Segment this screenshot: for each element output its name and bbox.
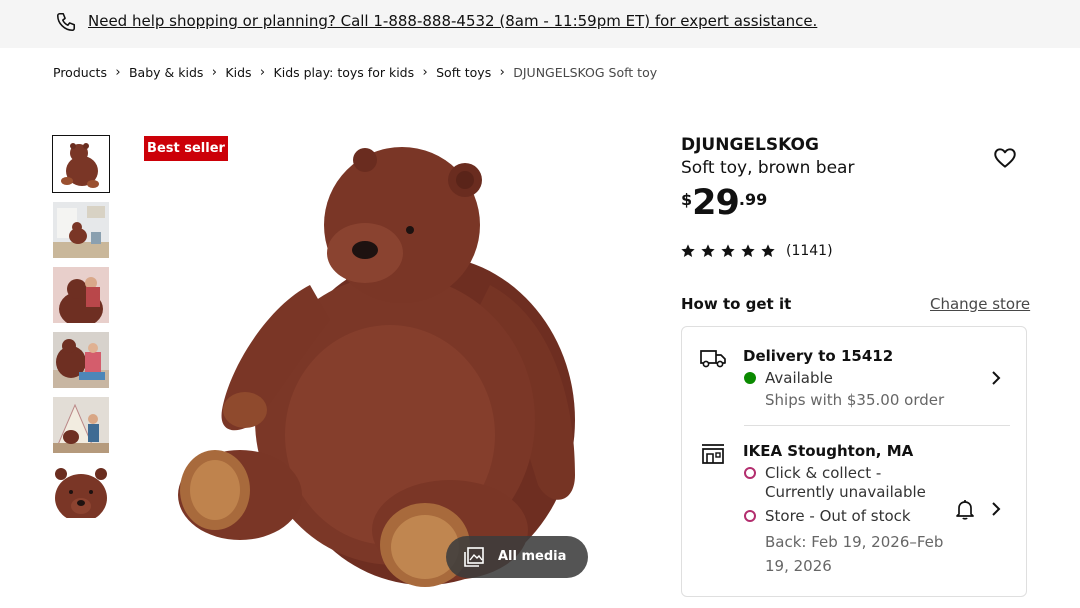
price-decimal: .99	[738, 190, 768, 209]
product-price: $29.99	[681, 183, 767, 223]
thumbnail-6[interactable]	[53, 462, 109, 518]
chevron-right-icon[interactable]	[988, 370, 1004, 386]
star-icon	[761, 244, 775, 257]
thumbnail-2[interactable]	[53, 202, 109, 258]
star-icon	[721, 244, 735, 257]
rating-count: (1141)	[786, 243, 833, 259]
store-stock-status: Store - Out of stock	[765, 507, 911, 525]
all-media-label: All media	[498, 549, 567, 564]
star-icon	[741, 244, 755, 257]
breadcrumb-products[interactable]: Products	[53, 65, 107, 80]
breadcrumb-separator-icon: ›	[259, 65, 266, 80]
change-store-link[interactable]: Change store	[930, 295, 1030, 313]
chevron-right-icon[interactable]	[988, 501, 1004, 517]
product-image[interactable]	[160, 135, 630, 595]
breadcrumb-current: DJUNGELSKOG Soft toy	[513, 65, 658, 80]
price-currency: $	[681, 190, 693, 209]
breadcrumb-kids-play[interactable]: Kids play: toys for kids	[274, 65, 415, 80]
thumbnail-3[interactable]	[53, 267, 109, 323]
card-divider	[744, 425, 1010, 426]
breadcrumb-baby-kids[interactable]: Baby & kids	[129, 65, 203, 80]
thumbnail-5[interactable]	[53, 397, 109, 453]
phone-icon	[56, 12, 76, 32]
rating[interactable]: (1141)	[680, 243, 833, 259]
how-to-get-it-heading: How to get it	[681, 295, 792, 313]
breadcrumb-separator-icon: ›	[115, 65, 121, 80]
breadcrumb-separator-icon: ›	[422, 65, 428, 80]
store-icon	[702, 444, 724, 464]
delivery-truck-icon	[700, 350, 726, 368]
help-bar: Need help shopping or planning? Call 1-8…	[0, 0, 1080, 48]
store-stock-status-dot	[744, 510, 756, 522]
thumbnail-1[interactable]	[52, 135, 110, 193]
store-title: IKEA Stoughton, MA	[743, 442, 914, 460]
bell-notify-icon[interactable]	[953, 497, 977, 521]
delivery-status: Available	[765, 369, 833, 387]
click-collect-line1: Click & collect -	[765, 464, 882, 482]
media-gallery-icon	[464, 547, 484, 567]
price-integer: 29	[692, 183, 740, 223]
click-collect-line2: Currently unavailable	[765, 483, 926, 501]
back-in-stock-line1: Back: Feb 19, 2026–Feb	[765, 533, 944, 551]
product-description: Soft toy, brown bear	[681, 158, 855, 178]
product-name: DJUNGELSKOG	[681, 135, 819, 155]
delivery-title: Delivery to 15412	[743, 347, 894, 365]
all-media-button[interactable]: All media	[446, 536, 588, 578]
click-collect-status-dot	[744, 467, 756, 479]
breadcrumb-soft-toys[interactable]: Soft toys	[436, 65, 491, 80]
breadcrumb-kids[interactable]: Kids	[225, 65, 251, 80]
thumbnail-4[interactable]	[53, 332, 109, 388]
favorite-heart-icon[interactable]	[992, 145, 1018, 171]
breadcrumb: Products › Baby & kids › Kids › Kids pla…	[53, 65, 657, 80]
back-in-stock-line2: 19, 2026	[765, 557, 832, 575]
delivery-note: Ships with $35.00 order	[765, 391, 945, 409]
breadcrumb-separator-icon: ›	[499, 65, 505, 80]
star-icon	[681, 244, 695, 257]
availability-card: Delivery to 15412 Available Ships with $…	[681, 326, 1027, 597]
available-status-dot	[744, 372, 756, 384]
breadcrumb-separator-icon: ›	[211, 65, 217, 80]
best-seller-badge: Best seller	[144, 136, 228, 161]
star-icon	[701, 244, 715, 257]
help-link[interactable]: Need help shopping or planning? Call 1-8…	[88, 12, 817, 30]
